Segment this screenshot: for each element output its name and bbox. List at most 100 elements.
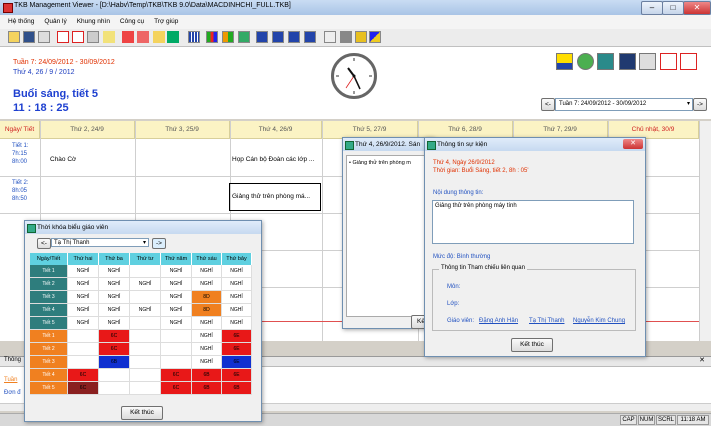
- timetable-cell[interactable]: NGHỈ: [99, 317, 130, 330]
- timetable-cell[interactable]: NGHỈ: [130, 278, 161, 291]
- timetable-cell[interactable]: NGHỈ: [222, 278, 252, 291]
- timetable-cell[interactable]: 6B: [99, 356, 130, 369]
- event-list-item[interactable]: • Giảng thử trên phòng m: [347, 156, 427, 170]
- timetable-cell[interactable]: NGHỈ: [99, 291, 130, 304]
- table4-icon[interactable]: [304, 31, 316, 43]
- timetable-cell[interactable]: 6B: [192, 369, 222, 382]
- timetable-cell[interactable]: [130, 330, 161, 343]
- event-cell[interactable]: Chào Cờ: [50, 156, 76, 163]
- teacher-link[interactable]: Nguyễn Kim Chung: [573, 318, 625, 324]
- timetable-cell[interactable]: [161, 343, 192, 356]
- minimize-button[interactable]: –: [641, 1, 663, 15]
- timetable-cell[interactable]: [130, 343, 161, 356]
- timetable-cell[interactable]: [161, 330, 192, 343]
- timetable-cell[interactable]: [130, 317, 161, 330]
- timetable-cell[interactable]: 8D: [192, 291, 222, 304]
- print-icon[interactable]: [38, 31, 50, 43]
- timetable-cell[interactable]: 6C: [99, 330, 130, 343]
- chart3-icon[interactable]: [238, 31, 250, 43]
- timetable-close-button[interactable]: Kết thúc: [121, 406, 163, 420]
- gray-icon[interactable]: [340, 31, 352, 43]
- event-list[interactable]: • Giảng thử trên phòng m: [346, 155, 428, 317]
- menu-tro-giup[interactable]: Trợ giúp: [150, 15, 182, 29]
- layout-large-icon[interactable]: [660, 53, 677, 70]
- timetable-cell[interactable]: NGHỈ: [192, 330, 222, 343]
- timetable-cell[interactable]: 6C: [161, 382, 192, 395]
- grid-scrollbar[interactable]: [699, 121, 711, 341]
- timetable-cell[interactable]: NGHỈ: [68, 304, 99, 317]
- close-icon[interactable]: ✕: [623, 139, 643, 149]
- timetable-cell[interactable]: NGHỈ: [222, 265, 252, 278]
- menu-he-thong[interactable]: Hệ thống: [4, 15, 38, 29]
- refresh-icon[interactable]: [577, 53, 594, 70]
- calendar-icon[interactable]: [556, 53, 573, 70]
- next-week-button[interactable]: ->: [693, 98, 707, 111]
- chart-icon[interactable]: [206, 31, 218, 43]
- timetable-cell[interactable]: 6E: [222, 343, 252, 356]
- save-icon[interactable]: [23, 31, 35, 43]
- timetable-cell[interactable]: NGHỈ: [192, 356, 222, 369]
- timetable-cell[interactable]: 6B: [222, 382, 252, 395]
- key-icon[interactable]: [137, 31, 149, 43]
- timetable-cell[interactable]: [130, 265, 161, 278]
- layout2-icon[interactable]: [72, 31, 84, 43]
- timetable-cell[interactable]: NGHỈ: [161, 304, 192, 317]
- timetable-cell[interactable]: 6C: [68, 369, 99, 382]
- chart2-icon[interactable]: [222, 31, 234, 43]
- table-icon[interactable]: [256, 31, 268, 43]
- timetable-cell[interactable]: NGHỈ: [99, 304, 130, 317]
- bottom-tab[interactable]: Thông: [4, 357, 21, 363]
- week-select[interactable]: Tuần 7: 24/09/2012 - 30/09/2012 ▾: [555, 98, 693, 111]
- timetable-cell[interactable]: NGHỈ: [192, 265, 222, 278]
- table2-icon[interactable]: [272, 31, 284, 43]
- close-button[interactable]: ✕: [683, 1, 711, 15]
- folder-icon[interactable]: [153, 31, 165, 43]
- event-cell[interactable]: Họp Cán bộ Đoàn các lớp ...: [232, 156, 320, 163]
- timetable-cell[interactable]: 6C: [68, 382, 99, 395]
- timetable-cell[interactable]: NGHỈ: [68, 265, 99, 278]
- menu-khung-nhin[interactable]: Khung nhìn: [73, 15, 114, 29]
- timetable-cell[interactable]: NGHỈ: [222, 304, 252, 317]
- timetable-cell[interactable]: NGHỈ: [130, 304, 161, 317]
- prev-week-button[interactable]: <-: [541, 98, 555, 111]
- timetable-cell[interactable]: [130, 291, 161, 304]
- timetable-cell[interactable]: NGHỈ: [222, 317, 252, 330]
- event-close-button[interactable]: Kết thúc: [511, 338, 553, 352]
- bottom-link[interactable]: Đơn đ: [4, 390, 21, 396]
- timetable-cell[interactable]: NGHỈ: [192, 343, 222, 356]
- timetable-cell[interactable]: NGHỈ: [161, 278, 192, 291]
- timetable-cell[interactable]: [68, 356, 99, 369]
- open-icon[interactable]: [8, 31, 20, 43]
- note-icon[interactable]: [103, 31, 115, 43]
- menu-quan-ly[interactable]: Quản lý: [40, 15, 70, 29]
- timetable-cell[interactable]: NGHỈ: [68, 317, 99, 330]
- timetable-cell[interactable]: NGHỈ: [99, 265, 130, 278]
- print-large-icon[interactable]: [639, 53, 656, 70]
- prev-teacher-button[interactable]: <-: [37, 238, 51, 249]
- timetable-cell[interactable]: 8D: [192, 304, 222, 317]
- teacher-link[interactable]: Tạ Thị Thanh: [529, 318, 564, 324]
- timetable-cell[interactable]: 6B: [192, 382, 222, 395]
- timetable-cell[interactable]: [99, 382, 130, 395]
- timetable-cell[interactable]: 6E: [222, 369, 252, 382]
- diag-icon[interactable]: [369, 31, 381, 43]
- maximize-button[interactable]: □: [662, 1, 684, 15]
- next-teacher-button[interactable]: ->: [152, 238, 166, 249]
- menu-cong-cu[interactable]: Công cụ: [116, 15, 148, 29]
- timetable-cell[interactable]: [68, 343, 99, 356]
- content-textarea[interactable]: Giảng thử trên phòng máy tính: [432, 200, 634, 244]
- timetable-cell[interactable]: [68, 330, 99, 343]
- export-large-icon[interactable]: [680, 53, 697, 70]
- ruler-icon[interactable]: [87, 31, 99, 43]
- bottom-link[interactable]: Tuần: [4, 377, 17, 383]
- timetable-cell[interactable]: 6E: [222, 330, 252, 343]
- teacher-link[interactable]: Đặng Anh Hân: [479, 318, 518, 324]
- timetable-cell[interactable]: [130, 369, 161, 382]
- timetable-cell[interactable]: [130, 356, 161, 369]
- table3-icon[interactable]: [288, 31, 300, 43]
- timetable-cell[interactable]: [99, 369, 130, 382]
- panel-close-icon[interactable]: ✕: [699, 356, 705, 364]
- timetable-cell[interactable]: [161, 356, 192, 369]
- timetable-cell[interactable]: NGHỈ: [99, 278, 130, 291]
- timetable-cell[interactable]: NGHỈ: [161, 265, 192, 278]
